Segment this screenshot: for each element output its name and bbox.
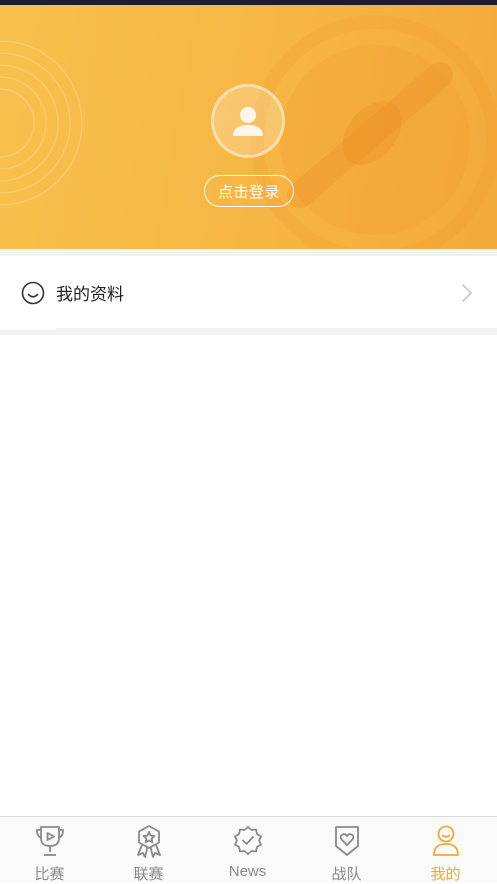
menu-item-label: 我的资料 bbox=[56, 285, 124, 304]
tab-matches[interactable]: 比赛 bbox=[0, 817, 99, 884]
section-divider bbox=[0, 249, 497, 256]
shield-heart-icon bbox=[335, 826, 359, 856]
badge-check-icon bbox=[234, 826, 262, 855]
menu-item-my-profile[interactable]: 我的资料 bbox=[0, 256, 497, 328]
avatar[interactable] bbox=[211, 84, 285, 158]
tab-label: News bbox=[228, 863, 267, 880]
profile-header: 点击登录 bbox=[0, 5, 497, 249]
login-button[interactable]: 点击登录 bbox=[204, 175, 294, 207]
user-placeholder-icon bbox=[233, 107, 263, 136]
tab-label: 联赛 bbox=[133, 866, 164, 883]
section-divider bbox=[0, 328, 497, 335]
tab-label: 比赛 bbox=[34, 866, 65, 883]
tab-label: 战队 bbox=[331, 866, 362, 883]
medal-icon bbox=[137, 825, 161, 858]
trophy-icon bbox=[36, 826, 64, 856]
tab-leagues[interactable]: 联赛 bbox=[99, 817, 198, 884]
tab-teams[interactable]: 战队 bbox=[297, 817, 396, 884]
chevron-right-icon bbox=[462, 284, 472, 302]
user-icon bbox=[433, 825, 459, 856]
tab-mine[interactable]: 我的 bbox=[396, 817, 495, 884]
smile-icon bbox=[21, 281, 45, 305]
bottom-tab-bar: 比赛 联赛 News 战队 我的 bbox=[0, 816, 497, 883]
tab-label: 我的 bbox=[430, 866, 461, 883]
tab-news[interactable]: News bbox=[198, 817, 297, 884]
